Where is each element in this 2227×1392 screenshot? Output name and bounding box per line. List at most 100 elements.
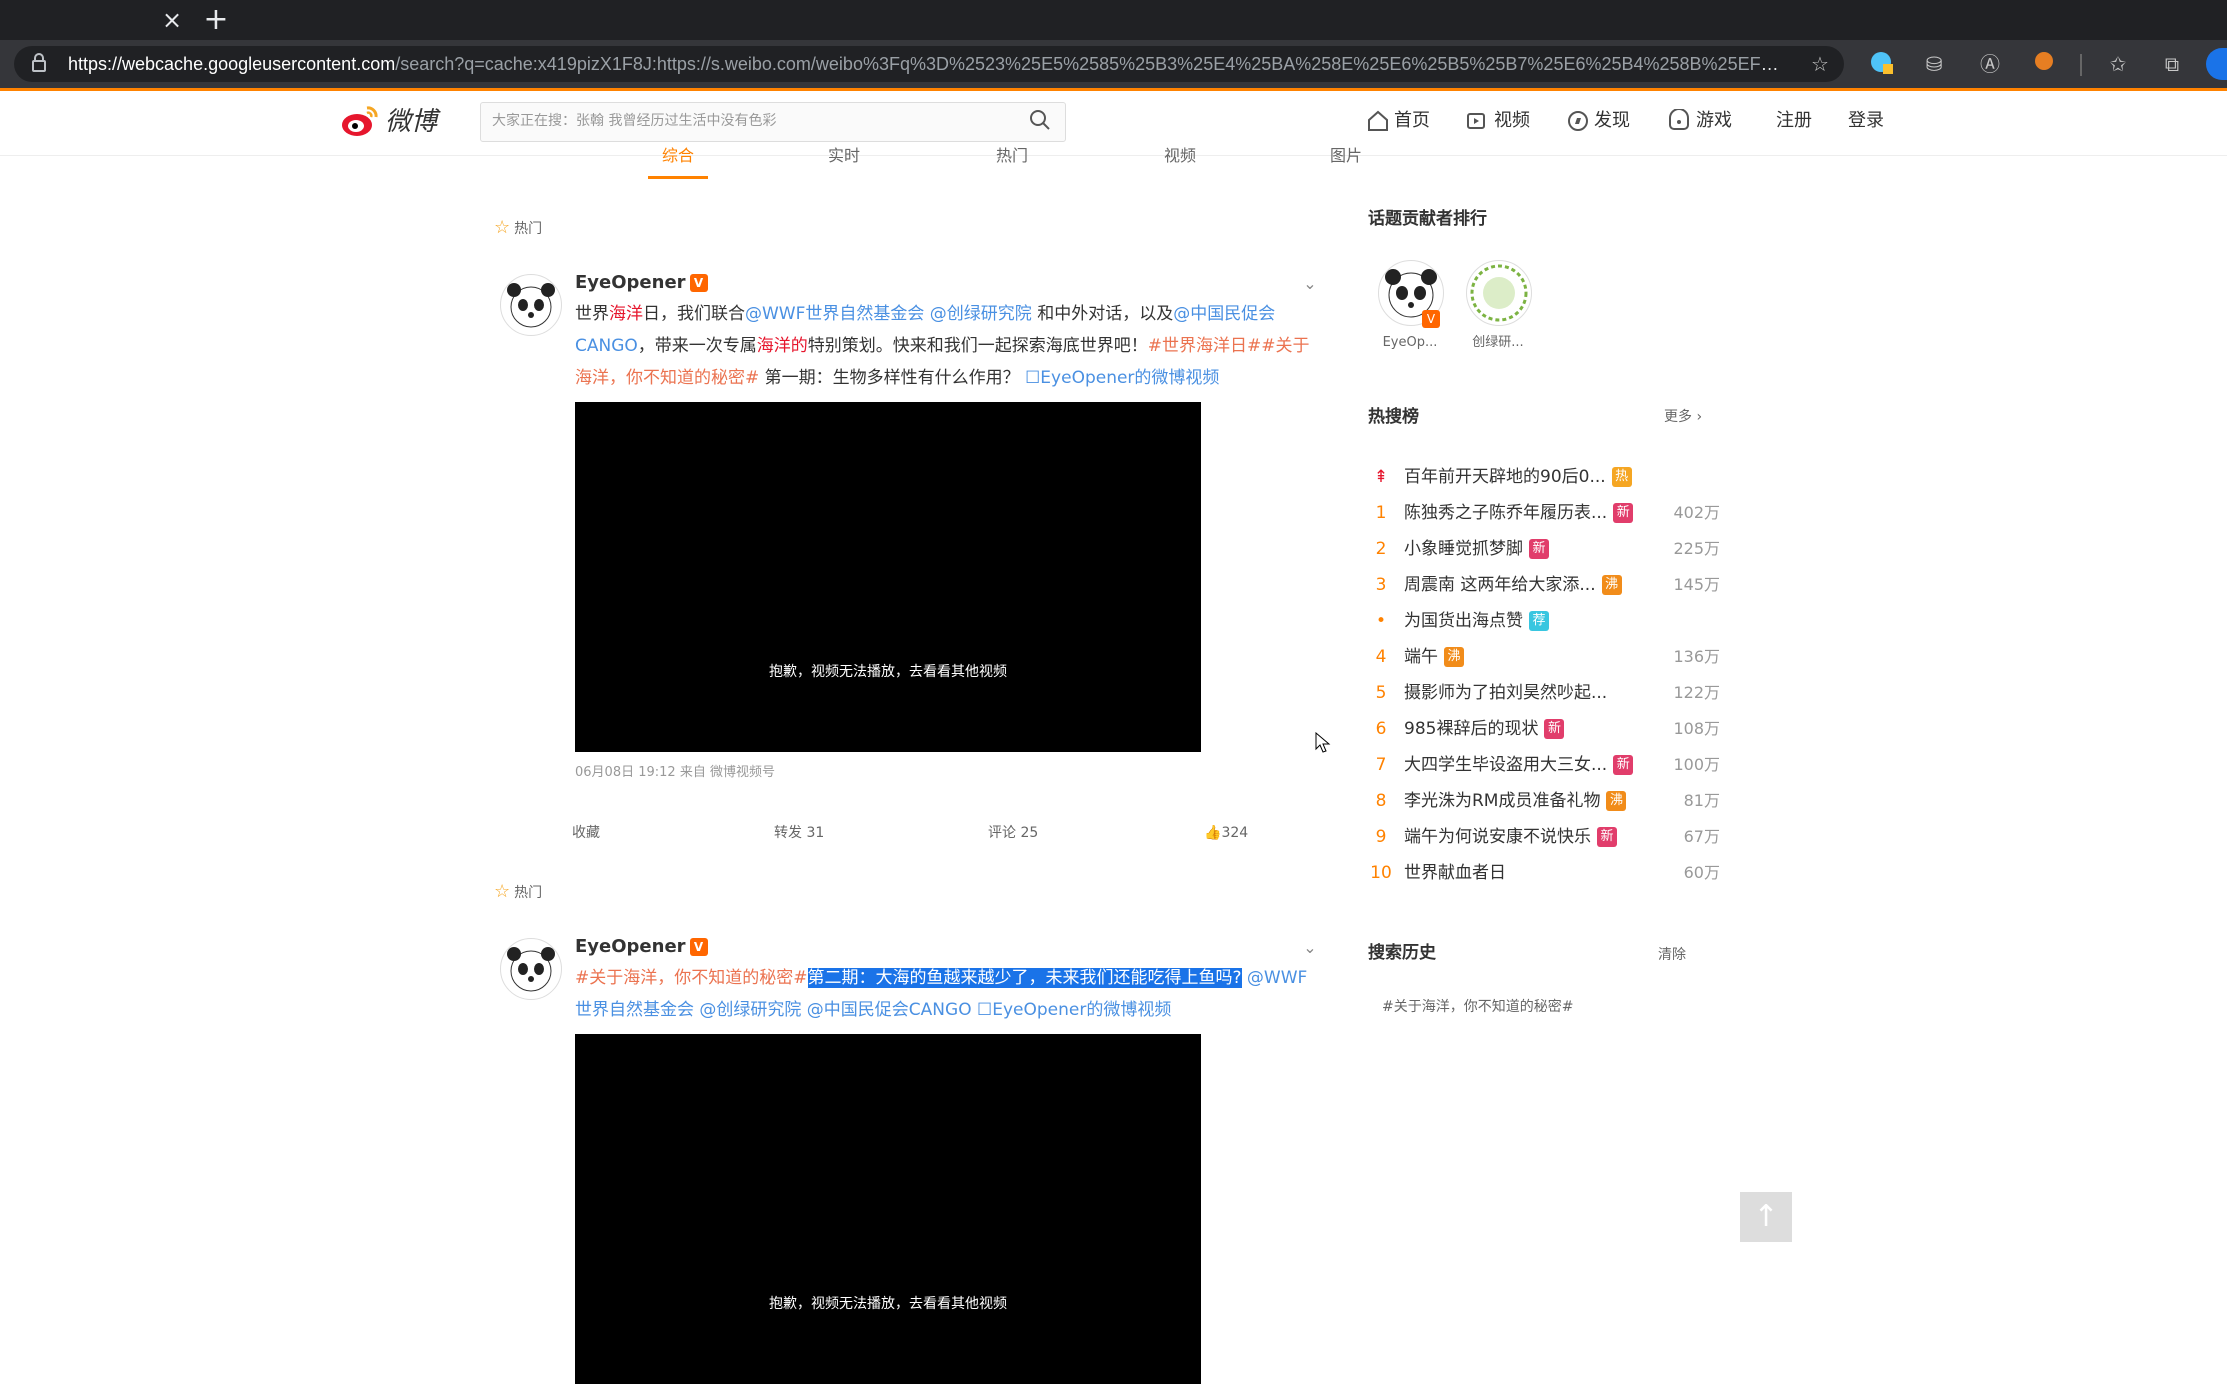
- lock-icon[interactable]: [30, 53, 52, 75]
- post-text: #关于海洋，你不知道的秘密#第二期：大海的鱼越来越少了，未来我们还能吃得上鱼吗?…: [575, 962, 1315, 1026]
- hot-search-text: 端午沸: [1404, 642, 1464, 672]
- contributor-name[interactable]: 创绿研...: [1460, 334, 1536, 352]
- chevron-down-icon[interactable]: ⌄: [1298, 936, 1322, 960]
- nav-home[interactable]: 首页: [1366, 106, 1430, 136]
- mention-link[interactable]: @WWF世界自然基金会 @创绿研究院: [745, 304, 1032, 324]
- favorite-button[interactable]: 收藏: [572, 822, 600, 844]
- hot-search-item[interactable]: ⇞ 百年前开天辟地的90后0... 热: [1368, 462, 1720, 492]
- nav-game[interactable]: 游戏: [1666, 106, 1732, 136]
- hot-search-item[interactable]: 1 陈独秀之子陈乔年履历表... 新 402万: [1368, 498, 1720, 528]
- url-path: /search?q=cache:x419pizX1F8J:https://s.w…: [395, 54, 1788, 74]
- hot-badge: 新: [1597, 827, 1617, 847]
- clear-history-button[interactable]: 清除: [1658, 944, 1686, 966]
- hot-search-item[interactable]: 10 世界献血者日 60万: [1368, 858, 1720, 888]
- back-to-top-button[interactable]: ↑: [1740, 1192, 1792, 1242]
- hot-search-item[interactable]: 9 端午为何说安康不说快乐新 67万: [1368, 822, 1720, 852]
- favorite-star-icon[interactable]: ☆: [1806, 50, 1834, 78]
- video-player[interactable]: [575, 402, 1201, 752]
- chevron-down-icon[interactable]: ⌄: [1298, 272, 1322, 296]
- weibo-logo-text[interactable]: 微博: [385, 104, 445, 140]
- hot-search-item[interactable]: • 为国货出海点赞荐: [1368, 606, 1720, 636]
- extension-fox-icon[interactable]: [2030, 50, 2058, 78]
- browser-tab-strip: [0, 0, 2227, 40]
- hot-search-item[interactable]: 8 李光洙为RM成员准备礼物沸 81万: [1368, 786, 1720, 816]
- contributor-name[interactable]: EyeOp...: [1372, 334, 1448, 352]
- home-icon: [1366, 110, 1394, 131]
- more-label: 更多: [1664, 409, 1692, 425]
- toolbar-divider: [2080, 54, 2082, 76]
- favorites-icon[interactable]: ✩: [2104, 50, 2132, 78]
- mention-link[interactable]: ☐EyeOpener的微博视频: [1025, 368, 1219, 388]
- post-username[interactable]: EyeOpener V: [575, 934, 708, 960]
- post-text-segment: 日，我们联合: [643, 304, 745, 324]
- hot-search-text: 985裸辞后的现状新: [1404, 714, 1565, 744]
- hot-search-count: 122万: [1673, 683, 1720, 702]
- hot-search-item[interactable]: 5 摄影师为了拍刘昊然吵起... 122万: [1368, 678, 1720, 708]
- star-icon: ☆: [494, 881, 511, 902]
- video-error-message: 抱歉，视频无法播放，去看看其他视频: [769, 1296, 1007, 1312]
- hot-rank: 9: [1375, 827, 1387, 847]
- weibo-header: [0, 91, 2227, 156]
- register-link[interactable]: 注册: [1776, 106, 1812, 136]
- verified-badge-icon: V: [689, 274, 708, 292]
- hot-badge: 热: [1611, 467, 1632, 487]
- nav-video[interactable]: 视频: [1466, 106, 1530, 136]
- extension-icon[interactable]: ⛁: [1920, 50, 1948, 78]
- search-history-title: 搜索历史: [1368, 943, 1436, 963]
- login-link[interactable]: 登录: [1848, 106, 1884, 136]
- avatar[interactable]: [500, 274, 562, 336]
- contributor-avatar[interactable]: [1466, 260, 1532, 326]
- more-link[interactable]: 更多 ›: [1664, 406, 1702, 428]
- post-username[interactable]: EyeOpener V: [575, 270, 708, 296]
- tab-all[interactable]: 综合: [662, 144, 694, 168]
- username-text: EyeOpener: [575, 272, 686, 293]
- tab-video[interactable]: 视频: [1164, 144, 1196, 168]
- hot-search-text: 世界献血者日: [1404, 863, 1506, 883]
- hot-search-count: 136万: [1673, 647, 1720, 666]
- extension-a-icon[interactable]: Ⓐ: [1976, 50, 2004, 78]
- hot-label: ☆ 热门: [494, 216, 542, 240]
- hot-search-item[interactable]: 7 大四学生毕设盗用大三女... 新 100万: [1368, 750, 1720, 780]
- search-icon[interactable]: [1028, 108, 1054, 134]
- post-meta: 06月08日 19:12 来自 微博视频号: [575, 765, 775, 780]
- new-tab-icon[interactable]: +: [200, 2, 232, 38]
- post-text-segment: 海洋: [609, 304, 643, 324]
- nav-discover[interactable]: 发现: [1566, 106, 1630, 136]
- video-player[interactable]: [575, 1034, 1201, 1384]
- post-text-segment: 第二期：大海的鱼越来越少了，未来我们还能吃得上鱼吗?: [807, 968, 1242, 988]
- post-text: 世界海洋日，我们联合@WWF世界自然基金会 @创绿研究院 和中外对话，以及@中国…: [575, 298, 1315, 394]
- post-text-segment: 和中外对话，以及: [1031, 304, 1174, 324]
- hot-search-count: 225万: [1673, 539, 1720, 558]
- tab-pictures[interactable]: 图片: [1330, 144, 1362, 168]
- compass-icon: [1566, 110, 1594, 131]
- tab-hot[interactable]: 热门: [996, 144, 1028, 168]
- search-input[interactable]: 大家正在搜：张翰 我曾经历过生活中没有色彩: [492, 110, 992, 132]
- active-tab-indicator: [648, 176, 708, 179]
- hot-search-count: 67万: [1683, 827, 1720, 846]
- hot-rank: 4: [1375, 647, 1387, 667]
- like-button[interactable]: 👍324: [1204, 822, 1248, 844]
- video-icon: [1466, 110, 1494, 131]
- repost-button[interactable]: 转发 31: [774, 822, 824, 844]
- avatar[interactable]: [500, 938, 562, 1000]
- hot-search-item[interactable]: 6 985裸辞后的现状新 108万: [1368, 714, 1720, 744]
- post-text-segment: 特别策划。快来和我们一起探索海底世界吧！: [807, 336, 1148, 356]
- hot-badge: 沸: [1601, 575, 1622, 595]
- hot-search-title: 热搜榜: [1368, 407, 1419, 427]
- hashtag-link[interactable]: #关于海洋，你不知道的秘密#: [575, 968, 808, 988]
- tab-realtime[interactable]: 实时: [828, 144, 860, 168]
- close-tab-icon[interactable]: ×: [158, 4, 186, 36]
- hot-search-item[interactable]: 3 周震南 这两年给大家添... 沸 145万: [1368, 570, 1720, 600]
- comment-button[interactable]: 评论 25: [988, 822, 1038, 844]
- hot-search-item[interactable]: 2 小象睡觉抓梦脚新 225万: [1368, 534, 1720, 564]
- verified-badge-icon: V: [1422, 310, 1440, 328]
- hot-rank: •: [1375, 611, 1387, 631]
- collections-icon[interactable]: ⧉: [2158, 50, 2186, 78]
- weibo-logo-icon[interactable]: [340, 104, 380, 138]
- url-text[interactable]: https://webcache.googleusercontent.com/s…: [68, 52, 1788, 76]
- hot-search-item[interactable]: 4 端午沸 136万: [1368, 642, 1720, 672]
- chevron-right-icon: ›: [1696, 409, 1703, 425]
- history-item[interactable]: #关于海洋，你不知道的秘密#: [1382, 996, 1573, 1018]
- hot-rank: 3: [1375, 575, 1387, 595]
- extension-chat-icon[interactable]: [1868, 50, 1896, 78]
